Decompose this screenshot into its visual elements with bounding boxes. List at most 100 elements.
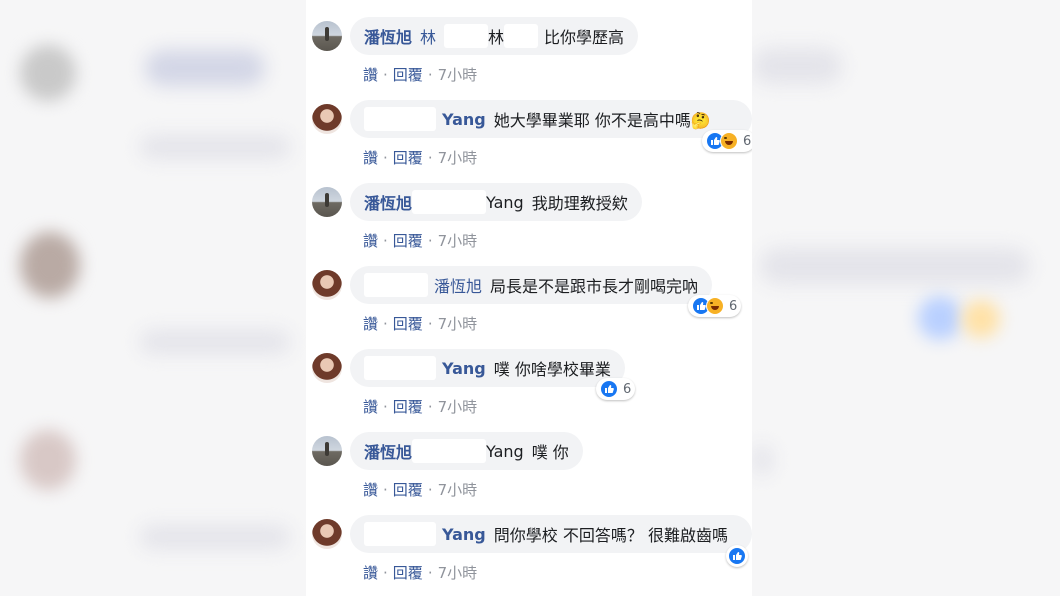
separator: ·: [383, 65, 388, 84]
like-link[interactable]: 讚: [363, 479, 378, 500]
blurred-text: [760, 248, 1030, 284]
blurred-like-icon: [918, 296, 962, 340]
blurred-avatar: [20, 430, 76, 490]
reaction-summary[interactable]: 6: [596, 378, 636, 400]
comment-item: 潘恆旭 Yang 噗 你 讚 · 回覆 · 7小時: [306, 432, 752, 512]
laughing-face-icon: [706, 297, 724, 315]
commenter-name[interactable]: Yang: [442, 110, 486, 129]
comment-actions: 讚 · 回覆 · 7小時: [363, 147, 477, 168]
redaction-box: [364, 522, 436, 546]
reply-link[interactable]: 回覆: [393, 562, 423, 583]
commenter-name[interactable]: 潘恆旭: [364, 190, 412, 214]
avatar[interactable]: [312, 519, 342, 549]
reaction-summary[interactable]: 6: [702, 130, 752, 152]
avatar[interactable]: [312, 353, 342, 383]
separator: ·: [383, 480, 388, 499]
mention-tag[interactable]: Yang: [486, 442, 524, 461]
blurred-avatar: [20, 232, 80, 298]
like-link[interactable]: 讚: [363, 313, 378, 334]
avatar[interactable]: [312, 21, 342, 51]
timestamp[interactable]: 7小時: [438, 562, 478, 583]
commenter-name[interactable]: Yang: [442, 359, 486, 378]
comment-text: 問你學校 不回答嗎？ 很難啟齒嗎: [493, 526, 728, 545]
like-link[interactable]: 讚: [363, 64, 378, 85]
thumbs-up-icon: [600, 380, 618, 398]
commenter-name[interactable]: Yang: [442, 525, 486, 544]
separator: ·: [427, 563, 433, 582]
blurred-haha-icon: [962, 300, 1000, 338]
comment-item: Yang 問你學校 不回答嗎？ 很難啟齒嗎 讚 · 回覆 · 7小時: [306, 515, 752, 595]
separator: ·: [383, 397, 388, 416]
comment-bubble: 潘恆旭 Yang 我助理教授欸: [350, 183, 642, 221]
avatar[interactable]: [312, 104, 342, 134]
reply-link[interactable]: 回覆: [393, 313, 423, 334]
mention-tag[interactable]: 林: [488, 24, 504, 48]
comment-item: 潘恆旭 林 林 比你學歷高 讚 · 回覆 · 7小時: [306, 17, 752, 97]
comment-text: 噗 你啥學校畢業: [493, 360, 611, 379]
separator: ·: [427, 397, 433, 416]
comment-actions: 讚 · 回覆 · 7小時: [363, 64, 477, 85]
reaction-count: 6: [743, 133, 752, 149]
like-link[interactable]: 讚: [363, 396, 378, 417]
redaction-box: [412, 190, 487, 214]
blurred-actions: [140, 525, 290, 549]
comment-thread: 潘恆旭 林 林 比你學歷高 讚 · 回覆 · 7小時 Yang 她大學畢業耶 你…: [306, 0, 752, 596]
separator: ·: [427, 148, 433, 167]
comment-bubble: 潘恆旭 林 林 比你學歷高: [350, 17, 639, 55]
timestamp[interactable]: 7小時: [438, 396, 478, 417]
comment-actions: 讚 · 回覆 · 7小時: [363, 562, 477, 583]
reaction-summary[interactable]: [726, 545, 748, 567]
redaction-box: [364, 356, 436, 380]
mention-tag[interactable]: 潘恆旭: [434, 273, 482, 297]
comment-text: 她大學畢業耶 你不是高中嗎🤔: [493, 111, 711, 130]
comment-bubble: Yang 問你學校 不回答嗎？ 很難啟齒嗎: [350, 515, 752, 553]
comment-text: 我助理教授欸: [531, 194, 628, 213]
like-link[interactable]: 讚: [363, 147, 378, 168]
avatar[interactable]: [312, 187, 342, 217]
blurred-name: [145, 50, 265, 86]
timestamp[interactable]: 7小時: [438, 147, 478, 168]
redaction-box: [504, 24, 539, 48]
avatar[interactable]: [312, 436, 342, 466]
comment-actions: 讚 · 回覆 · 7小時: [363, 396, 477, 417]
like-link[interactable]: 讚: [363, 562, 378, 583]
comment-bubble: 潘恆旭 Yang 噗 你: [350, 432, 583, 470]
reaction-summary[interactable]: 6: [688, 295, 742, 317]
comment-bubble: Yang 她大學畢業耶 你不是高中嗎🤔: [350, 100, 752, 138]
reply-link[interactable]: 回覆: [393, 230, 423, 251]
separator: ·: [383, 314, 388, 333]
reply-link[interactable]: 回覆: [393, 479, 423, 500]
comment-item: 潘恆旭 Yang 我助理教授欸 讚 · 回覆 · 7小時: [306, 183, 752, 263]
blurred-text: [752, 48, 842, 84]
timestamp[interactable]: 7小時: [438, 479, 478, 500]
commenter-name[interactable]: 潘恆旭: [364, 439, 412, 463]
reply-link[interactable]: 回覆: [393, 396, 423, 417]
timestamp[interactable]: 7小時: [438, 230, 478, 251]
comment-item: Yang 她大學畢業耶 你不是高中嗎🤔 6 讚 · 回覆 · 7小時: [306, 100, 752, 180]
comment-bubble: 潘恆旭 局長是不是跟市長才剛喝完吶: [350, 266, 713, 304]
thumbs-up-icon: [728, 547, 746, 565]
comment-bubble: Yang 噗 你啥學校畢業: [350, 349, 625, 387]
blurred-text: [752, 445, 772, 475]
comment-item: 潘恆旭 局長是不是跟市長才剛喝完吶 6 讚 · 回覆 · 7小時: [306, 266, 752, 346]
redaction-box: [412, 439, 487, 463]
separator: ·: [427, 314, 433, 333]
timestamp[interactable]: 7小時: [438, 64, 478, 85]
timestamp[interactable]: 7小時: [438, 313, 478, 334]
comment-text: 局長是不是跟市長才剛喝完吶: [490, 277, 699, 296]
like-link[interactable]: 讚: [363, 230, 378, 251]
reply-link[interactable]: 回覆: [393, 64, 423, 85]
comment-item: Yang 噗 你啥學校畢業 6 讚 · 回覆 · 7小時: [306, 349, 752, 429]
separator: ·: [383, 563, 388, 582]
mention-tag[interactable]: Yang: [486, 193, 524, 212]
separator: ·: [383, 231, 388, 250]
commenter-name[interactable]: 潘恆旭: [364, 24, 412, 48]
reaction-count: 6: [623, 381, 632, 397]
comment-text: 比你學歷高: [544, 28, 625, 47]
separator: ·: [427, 480, 433, 499]
avatar[interactable]: [312, 270, 342, 300]
mention-tag[interactable]: 林: [420, 24, 436, 48]
comment-actions: 讚 · 回覆 · 7小時: [363, 230, 477, 251]
reply-link[interactable]: 回覆: [393, 147, 423, 168]
blurred-avatar: [20, 45, 76, 101]
